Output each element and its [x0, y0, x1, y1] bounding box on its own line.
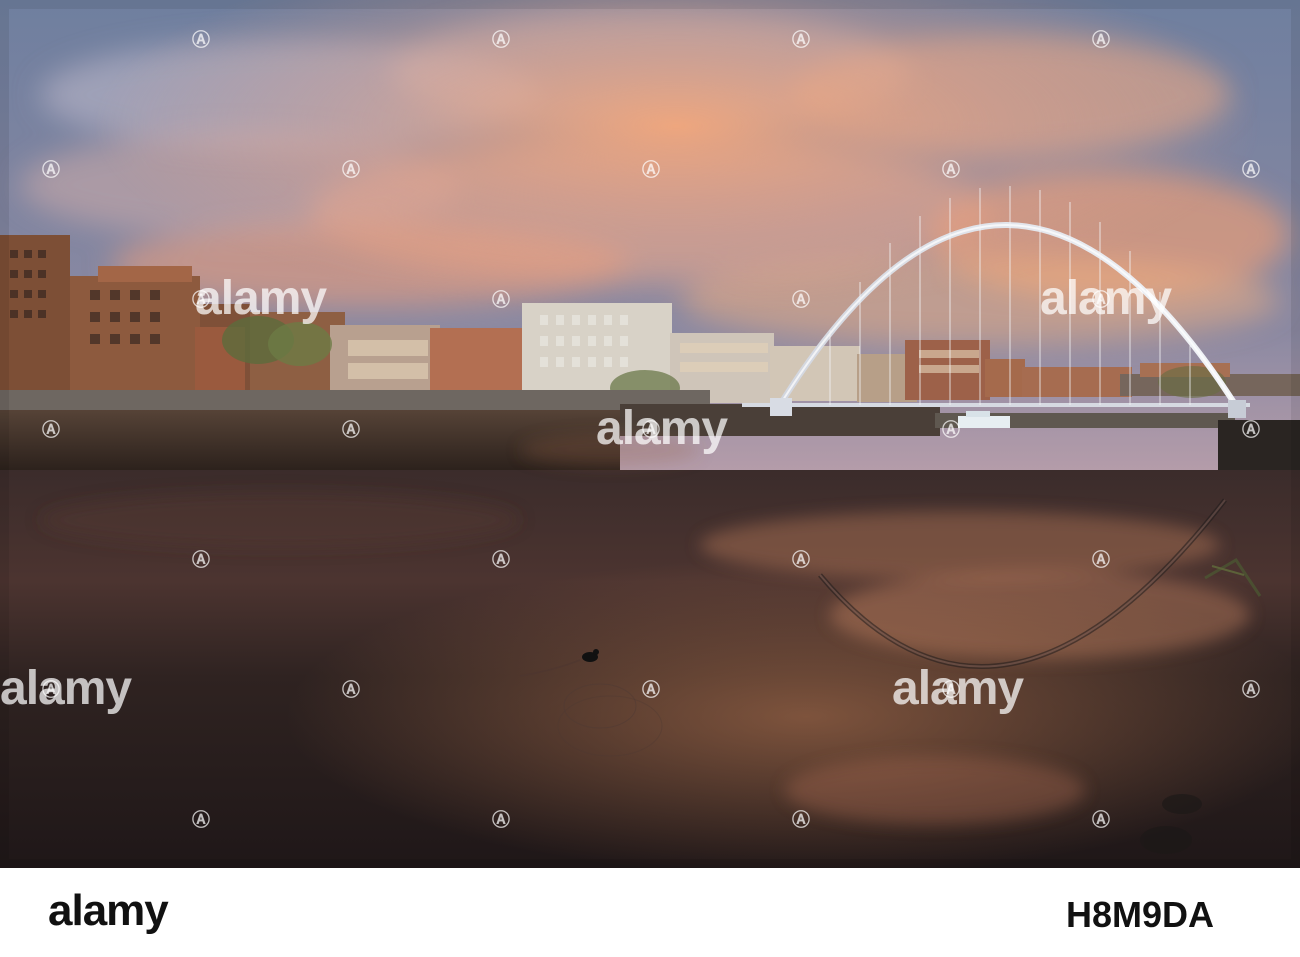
footer-brand: alamy — [48, 886, 169, 935]
footer-logo: alamy — [48, 886, 169, 936]
footer-bar: alamy H8M9DA — [0, 868, 1300, 957]
scene-svg — [0, 0, 1300, 868]
image-id: H8M9DA — [1065, 894, 1214, 935]
photo: Ⓐ Ⓐ Ⓐ Ⓐ Ⓐ Ⓐ Ⓐ Ⓐ Ⓐ Ⓐ Ⓐ Ⓐ Ⓐ Ⓐ Ⓐ Ⓐ Ⓐ Ⓐ Ⓐ Ⓐ … — [0, 0, 1300, 868]
